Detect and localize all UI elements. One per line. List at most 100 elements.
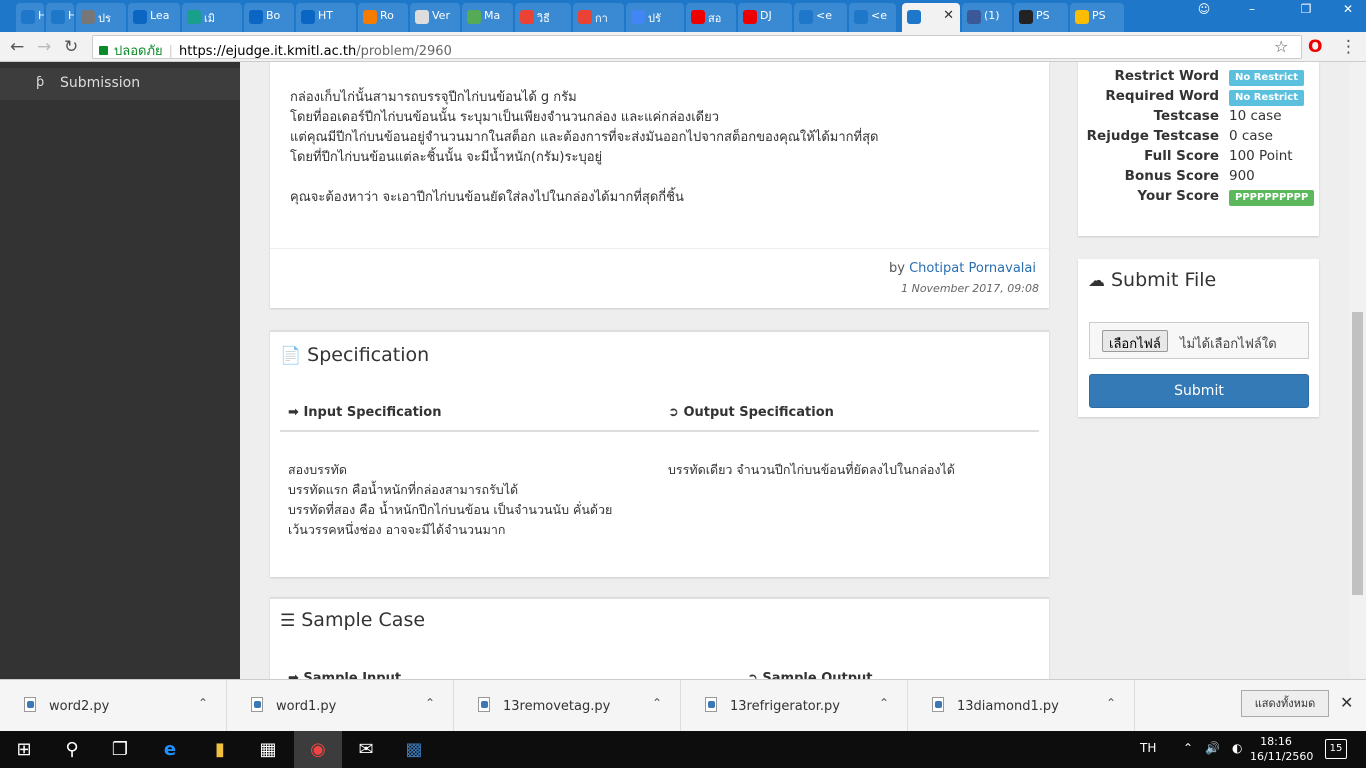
store-icon[interactable]: ▦: [244, 731, 292, 768]
divider: [280, 430, 1039, 432]
chevron-up-icon[interactable]: ⌃: [652, 696, 662, 710]
browser-tab[interactable]: เมิ: [182, 3, 242, 32]
download-filename: 13removetag.py: [503, 699, 611, 714]
chevron-up-icon[interactable]: ⌃: [879, 696, 889, 710]
browser-tab[interactable]: ✕: [902, 3, 960, 32]
info-value: 0 case: [1229, 128, 1273, 144]
browser-tab[interactable]: Ver: [410, 3, 460, 32]
browser-tab[interactable]: Ha: [46, 3, 74, 32]
submit-file-card: ☁ Submit File เลือกไฟล์ ไม่ได้เลือกไฟล์ใด…: [1078, 259, 1319, 417]
submit-button[interactable]: Submit: [1089, 374, 1309, 408]
file-input[interactable]: เลือกไฟล์ ไม่ได้เลือกไฟล์ใด: [1089, 322, 1309, 359]
sample-case-card: ☰ Sample Case ➡ Sample Input ➲ Sample Out…: [270, 597, 1049, 679]
author-link[interactable]: Chotipat Pornavalai: [909, 261, 1036, 276]
bookmark-star-icon[interactable]: ☆: [1274, 37, 1288, 56]
download-item[interactable]: 13refrigerator.py ⌃: [681, 680, 908, 732]
sidebar: ƥ Submission: [0, 62, 240, 679]
info-row: Rejudge Testcase 0 case: [1078, 128, 1319, 148]
lock-icon: [99, 46, 108, 55]
browser-tab[interactable]: สอ: [686, 3, 736, 32]
search-icon[interactable]: ⚲: [48, 731, 96, 768]
mail-icon[interactable]: ✉: [342, 731, 390, 768]
cloud-upload-icon: ☁: [1088, 271, 1105, 291]
input-language[interactable]: TH: [1140, 741, 1156, 755]
chrome-icon[interactable]: ◉: [294, 731, 342, 768]
scrollbar-thumb[interactable]: [1352, 312, 1363, 595]
tab-label: ปร: [98, 12, 111, 25]
info-badge: No Restrict: [1229, 90, 1305, 106]
tab-label: ปรั: [648, 12, 661, 25]
download-item[interactable]: word2.py ⌃: [0, 680, 227, 732]
clock[interactable]: 18:16 16/11/2560: [1250, 734, 1313, 764]
show-all-button[interactable]: แสดงทั้งหมด: [1241, 690, 1329, 717]
browser-tab[interactable]: Lea: [128, 3, 180, 32]
edge-icon[interactable]: e: [146, 731, 194, 768]
chevron-up-icon[interactable]: ⌃: [1106, 696, 1116, 710]
no-file-label: ไม่ได้เลือกไฟล์ใด: [1180, 337, 1277, 352]
download-shelf: แสดงทั้งหมด ✕ word2.py ⌃ word1.py ⌃ 13remove…: [0, 679, 1366, 732]
download-item[interactable]: 13diamond1.py ⌃: [908, 680, 1135, 732]
info-label: Rejudge Testcase: [1086, 128, 1219, 144]
minimize-icon[interactable]: –: [1238, 0, 1266, 20]
wifi-icon[interactable]: ◐: [1232, 741, 1242, 755]
task-view-icon[interactable]: ❐: [96, 731, 144, 768]
url-host: https://ejudge.it.kmitl.ac.th: [179, 44, 357, 59]
download-item[interactable]: word1.py ⌃: [227, 680, 454, 732]
sidebar-item-submission[interactable]: ƥ Submission: [0, 68, 240, 100]
browser-tab[interactable]: Ro: [358, 3, 408, 32]
choose-file-button[interactable]: เลือกไฟล์: [1102, 330, 1168, 352]
info-label: Bonus Score: [1124, 168, 1219, 184]
tab-label: วิธี: [537, 12, 550, 25]
python-icon[interactable]: ▩: [390, 731, 438, 768]
browser-tab[interactable]: <e: [849, 3, 896, 32]
opera-icon[interactable]: O: [1308, 37, 1322, 57]
back-icon[interactable]: ←: [10, 37, 24, 57]
tab-label: Ver: [432, 9, 450, 22]
submission-icon: ƥ: [36, 75, 45, 90]
browser-tab[interactable]: Ma: [462, 3, 513, 32]
browser-tab[interactable]: PS: [1014, 3, 1068, 32]
browser-tab[interactable]: Bo: [244, 3, 294, 32]
browser-tab[interactable]: PS: [1070, 3, 1124, 32]
browser-tab[interactable]: DJ: [738, 3, 792, 32]
author-line: by Chotipat Pornavalai: [889, 261, 1036, 276]
chevron-up-icon[interactable]: ⌃: [1183, 741, 1193, 755]
chevron-up-icon[interactable]: ⌃: [198, 696, 208, 710]
volume-icon[interactable]: 🔊: [1205, 741, 1220, 755]
tab-favicon-icon: [21, 10, 35, 24]
input-spec-heading: ➡ Input Specification: [288, 405, 442, 420]
browser-tab[interactable]: <e: [794, 3, 847, 32]
browser-tab[interactable]: ปร: [76, 3, 126, 32]
browser-tab[interactable]: (1): [962, 3, 1012, 32]
taskbar: ⊞ ⚲ ❐ e ▮ ▦ ◉ ✉ ▩ TH ⌃ 🔊 ◐ 18:16 16/11/25…: [0, 731, 1366, 768]
reload-icon[interactable]: ↻: [64, 37, 78, 57]
download-item[interactable]: 13removetag.py ⌃: [454, 680, 681, 732]
close-icon[interactable]: ✕: [943, 8, 954, 23]
restore-icon[interactable]: ❐: [1292, 0, 1320, 20]
profile-icon[interactable]: ☺: [1190, 0, 1218, 20]
input-spec-text: สองบรรทัด บรรทัดแรก คือน้ำหนักที่กล่องสาม…: [288, 462, 613, 537]
close-icon[interactable]: ✕: [1340, 693, 1353, 712]
sample-output-heading: ➲ Sample Output: [747, 671, 873, 679]
browser-tab[interactable]: กา: [573, 3, 624, 32]
windows-start-icon[interactable]: ⊞: [0, 731, 48, 768]
forward-icon[interactable]: →: [37, 37, 51, 57]
specification-card: 📄 Specification ➡ Input Specification ➲ O…: [270, 330, 1049, 577]
browser-tab[interactable]: Ha: [16, 3, 44, 32]
window-close-icon[interactable]: ✕: [1334, 0, 1362, 20]
tab-favicon-icon: [799, 10, 813, 24]
chevron-up-icon[interactable]: ⌃: [425, 696, 435, 710]
divider: [270, 248, 1049, 249]
menu-icon[interactable]: ⋮: [1340, 37, 1357, 57]
tab-favicon-icon: [363, 10, 377, 24]
url-input[interactable]: ปลอดภัย | https://ejudge.it.kmitl.ac.th/pr…: [92, 35, 1302, 59]
tab-favicon-icon: [81, 10, 95, 24]
notification-icon[interactable]: 15: [1325, 739, 1347, 759]
python-file-icon: [251, 697, 263, 712]
browser-tab[interactable]: ปรั: [626, 3, 684, 32]
output-spec-heading: ➲ Output Specification: [668, 405, 834, 420]
browser-tab[interactable]: วิธี: [515, 3, 571, 32]
file-explorer-icon[interactable]: ▮: [196, 731, 244, 768]
scrollbar[interactable]: [1350, 62, 1366, 679]
browser-tab[interactable]: HT: [296, 3, 356, 32]
